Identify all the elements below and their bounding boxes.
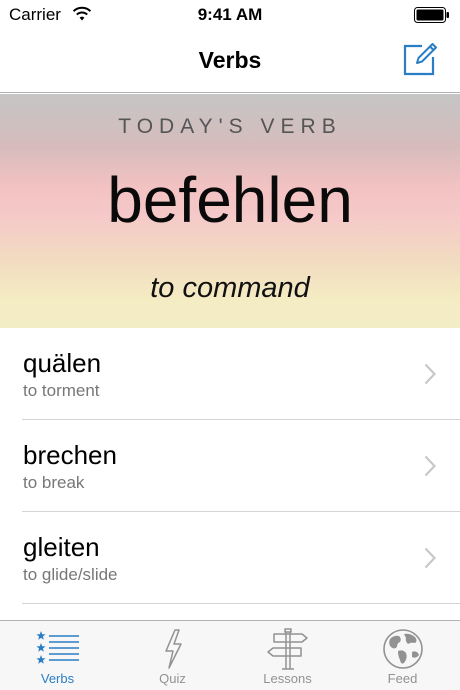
chevron-right-icon xyxy=(424,547,436,569)
todays-verb-heading: TODAY'S VERB xyxy=(118,115,342,138)
tab-bar: Verbs Quiz Lessons Feed xyxy=(0,620,460,690)
verb-list-item[interactable]: brechen to break xyxy=(0,420,460,512)
page-title: Verbs xyxy=(198,47,262,73)
tab-label: Lessons xyxy=(263,671,312,686)
tab-label: Quiz xyxy=(159,671,186,686)
battery-icon xyxy=(414,7,449,23)
verb-meaning: to torment xyxy=(23,381,100,400)
starred-list-icon xyxy=(36,631,79,664)
verb-label: brechen xyxy=(23,440,117,470)
verb-label: quälen xyxy=(23,348,102,378)
status-bar: Carrier 9:41 AM xyxy=(0,0,460,30)
globe-icon xyxy=(382,629,423,669)
navigation-bar: Verbs xyxy=(0,30,460,93)
verb-list-item[interactable]: quälen to torment xyxy=(0,328,460,420)
verb-label: gleiten xyxy=(23,532,100,562)
tab-verbs[interactable]: Verbs xyxy=(0,621,115,690)
tab-label: Verbs xyxy=(40,671,75,686)
tab-lessons[interactable]: Lessons xyxy=(230,621,345,690)
lightning-icon xyxy=(164,629,182,669)
chevron-right-icon xyxy=(424,363,436,385)
tab-quiz[interactable]: Quiz xyxy=(115,621,230,690)
tab-feed[interactable]: Feed xyxy=(345,621,460,690)
todays-verb-translation: to command xyxy=(150,272,310,304)
clock: 9:41 AM xyxy=(197,5,263,24)
compose-icon[interactable] xyxy=(402,41,438,77)
tab-label: Feed xyxy=(387,671,418,686)
signpost-icon xyxy=(266,628,308,670)
verb-meaning: to break xyxy=(23,473,85,492)
todays-verb-card[interactable]: TODAY'S VERB befehlen to command xyxy=(0,94,460,328)
verb-list: quälen to torment brechen to break gleit… xyxy=(0,328,460,604)
chevron-right-icon xyxy=(424,455,436,477)
verb-meaning: to glide/slide xyxy=(23,565,118,584)
verb-list-item[interactable]: gleiten to glide/slide xyxy=(0,512,460,604)
todays-verb: befehlen xyxy=(107,164,353,236)
